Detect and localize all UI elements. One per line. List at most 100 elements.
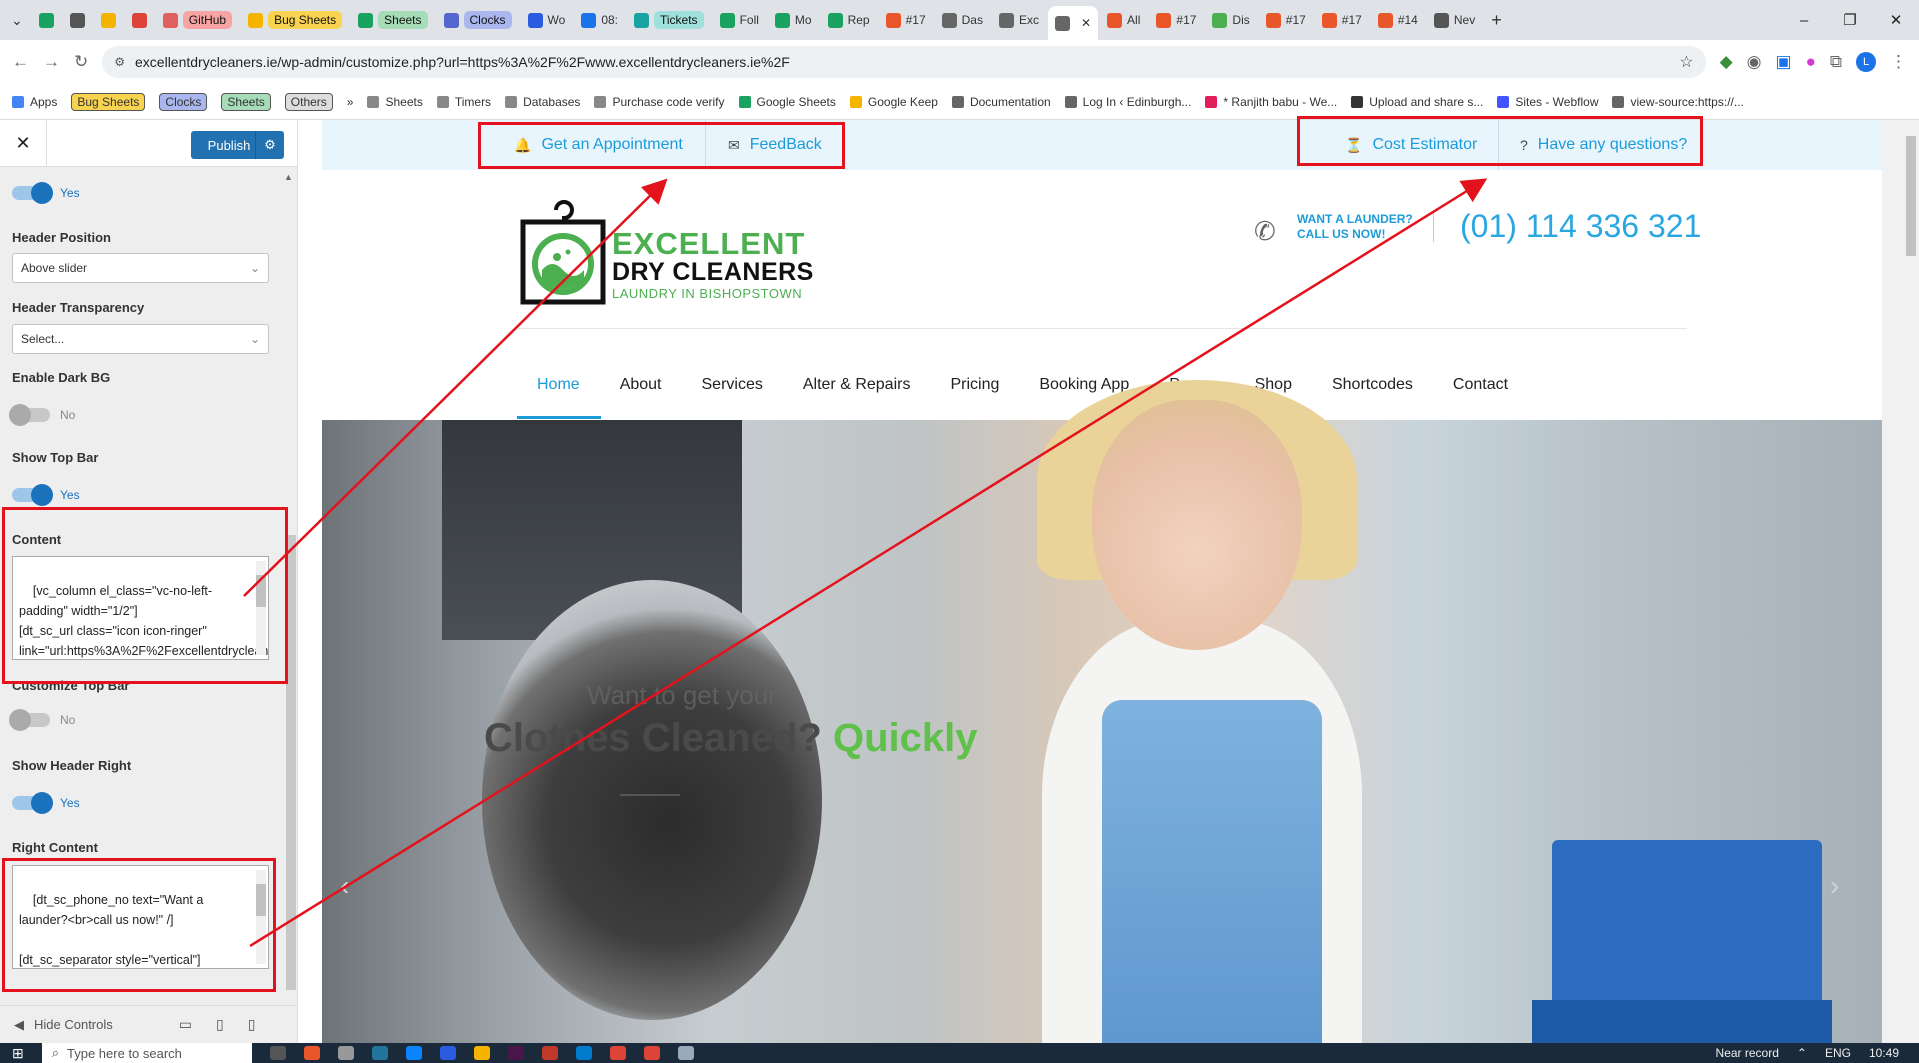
windows-start-icon[interactable]: ⊞ [12, 1045, 24, 1062]
close-customizer-icon[interactable]: ✕ [0, 120, 47, 167]
hide-controls-label[interactable]: Hide Controls [34, 1017, 113, 1032]
tray-clock[interactable]: 10:49 [1869, 1046, 1899, 1060]
back-icon[interactable]: ← [12, 52, 29, 72]
camera-icon[interactable]: ◉ [1747, 52, 1762, 72]
phone-number[interactable]: (01) 114 336 321 [1460, 208, 1701, 245]
panel-scrollbar[interactable] [286, 535, 296, 990]
tab-close-icon[interactable]: ✕ [1081, 16, 1091, 30]
browser-tab[interactable]: #14 [1371, 5, 1425, 35]
taskbar-filezilla-icon[interactable] [541, 1046, 558, 1060]
questions-link[interactable]: ? Have any questions? [1520, 120, 1687, 170]
bookmark-star-icon[interactable]: ☆ [1679, 52, 1693, 72]
menu-item[interactable]: About [600, 376, 682, 394]
site-logo[interactable]: EXCELLENT DRY CLEANERS LAUNDRY IN BISHOP… [520, 200, 820, 308]
menu-item[interactable]: Shortcodes [1312, 376, 1433, 394]
taskbar-app-icon[interactable] [337, 1046, 354, 1060]
cost-estimator-link[interactable]: ⏳ Cost Estimator [1345, 120, 1477, 170]
slider-next-icon[interactable]: › [1830, 870, 1839, 902]
tablet-preview-icon[interactable]: ▯ [216, 1016, 224, 1033]
browser-tab[interactable]: Nev [1427, 5, 1482, 35]
restore-icon[interactable]: ❐ [1827, 0, 1873, 40]
url-bar[interactable]: ⚙ excellentdrycleaners.ie/wp-admin/custo… [102, 46, 1706, 78]
bookmark-item[interactable]: Bug Sheets [71, 92, 146, 111]
browser-tab[interactable]: #17 [1315, 5, 1369, 35]
task-view-icon[interactable] [269, 1046, 286, 1060]
recorder-icon[interactable]: ● [1806, 52, 1816, 72]
browser-tab[interactable]: Dis [1205, 5, 1256, 35]
translate-icon[interactable]: ▣ [1776, 52, 1792, 72]
taskbar-edge-icon[interactable] [405, 1046, 422, 1060]
taskbar-vscode-icon[interactable] [575, 1046, 592, 1060]
enable-dark-bg-toggle[interactable]: No [9, 404, 75, 426]
show-header-right-toggle[interactable]: Yes [12, 792, 80, 814]
new-tab-button[interactable]: + [1484, 5, 1509, 35]
bookmark-item[interactable]: Others [284, 92, 333, 111]
extensions-puzzle-icon[interactable]: ⧉ [1830, 52, 1842, 72]
bookmark-item[interactable]: » [347, 95, 354, 109]
close-window-icon[interactable]: ✕ [1873, 0, 1919, 40]
browser-tab[interactable]: #17 [1149, 5, 1203, 35]
slider-prev-icon[interactable]: ‹ [340, 870, 349, 902]
menu-item[interactable]: Services [682, 376, 783, 394]
publish-settings-gear-icon[interactable]: ⚙ [255, 131, 284, 159]
browser-tab[interactable]: Tickets [627, 5, 711, 35]
panel-scroll-up-icon[interactable]: ▲ [284, 172, 293, 182]
taskbar-app-icon[interactable] [677, 1046, 694, 1060]
bookmark-item[interactable]: Clocks [159, 92, 208, 111]
browser-tab[interactable]: Bug Sheets [241, 5, 349, 35]
top-toggle[interactable]: Yes [12, 182, 80, 204]
bookmark-item[interactable]: Documentation [951, 95, 1051, 109]
content-textarea[interactable]: [vc_column el_class="vc-no-left-padding"… [12, 556, 269, 660]
taskbar-chrome-icon[interactable] [643, 1046, 660, 1060]
taskbar-wordpress-icon[interactable] [371, 1046, 388, 1060]
browser-tab[interactable]: 08: [574, 5, 625, 35]
textarea-scrollbar[interactable] [256, 561, 266, 655]
hide-controls-icon[interactable]: ◀ [14, 1017, 24, 1033]
bookmark-item[interactable]: Log In ‹ Edinburgh... [1064, 95, 1191, 109]
minimize-icon[interactable]: – [1781, 0, 1827, 40]
browser-tab[interactable] [63, 5, 92, 35]
reload-icon[interactable]: ↻ [74, 52, 88, 72]
desktop-preview-icon[interactable]: ▭ [179, 1016, 192, 1033]
bookmark-item[interactable]: Upload and share s... [1351, 95, 1483, 109]
bookmark-item[interactable]: Sheets [367, 95, 423, 109]
taskbar-search[interactable]: ⌕ Type here to search [41, 1043, 252, 1063]
browser-tab[interactable]: Foll [713, 5, 766, 35]
customize-top-bar-toggle[interactable]: No [9, 709, 75, 731]
browser-tab[interactable]: Wo [521, 5, 573, 35]
header-position-select[interactable]: Above slider ⌄ [12, 253, 269, 283]
browser-tab[interactable]: #17 [879, 5, 933, 35]
browser-tab[interactable]: All [1100, 5, 1147, 35]
bookmark-item[interactable]: * Ranjith babu - We... [1205, 95, 1337, 109]
bookmark-item[interactable]: Google Sheets [738, 95, 836, 109]
bookmark-item[interactable]: Databases [505, 95, 580, 109]
header-transparency-select[interactable]: Select... ⌄ [12, 324, 269, 354]
bookmark-item[interactable]: Purchase code verify [594, 95, 725, 109]
appointment-link[interactable]: 🔔 Get an Appointment [514, 120, 683, 170]
browser-tab[interactable] [94, 5, 123, 35]
menu-item[interactable]: Pricing [930, 376, 1019, 394]
mobile-preview-icon[interactable]: ▯ [248, 1016, 256, 1033]
profile-avatar[interactable]: L [1856, 52, 1876, 72]
browser-tab[interactable] [32, 5, 61, 35]
taskbar-slack-icon[interactable] [507, 1046, 524, 1060]
site-info-icon[interactable]: ⚙ [114, 55, 125, 69]
browser-tab[interactable]: ✕ [1047, 6, 1099, 40]
textarea-scrollbar[interactable] [256, 870, 266, 964]
menu-item[interactable]: Contact [1433, 376, 1528, 394]
feedback-link[interactable]: ✉ FeedBack [728, 120, 822, 170]
bookmark-item[interactable]: view-source:https://... [1612, 95, 1744, 109]
taskbar-folder-icon[interactable] [473, 1046, 490, 1060]
tray-chevron-icon[interactable]: ⌃ [1797, 1046, 1807, 1060]
show-top-bar-toggle[interactable]: Yes [12, 484, 80, 506]
browser-tab[interactable]: Das [935, 5, 990, 35]
tab-search-icon[interactable]: ⌄ [4, 5, 30, 35]
browser-tab[interactable]: Clocks [437, 5, 519, 35]
page-scrollbar[interactable] [1882, 120, 1919, 1043]
menu-kebab-icon[interactable]: ⋮ [1890, 52, 1907, 72]
browser-tab[interactable]: #17 [1259, 5, 1313, 35]
bookmark-item[interactable]: Sheets [221, 92, 271, 111]
browser-tab[interactable] [125, 5, 154, 35]
browser-tab[interactable]: Exc [992, 5, 1046, 35]
browser-tab[interactable]: Mo [768, 5, 819, 35]
